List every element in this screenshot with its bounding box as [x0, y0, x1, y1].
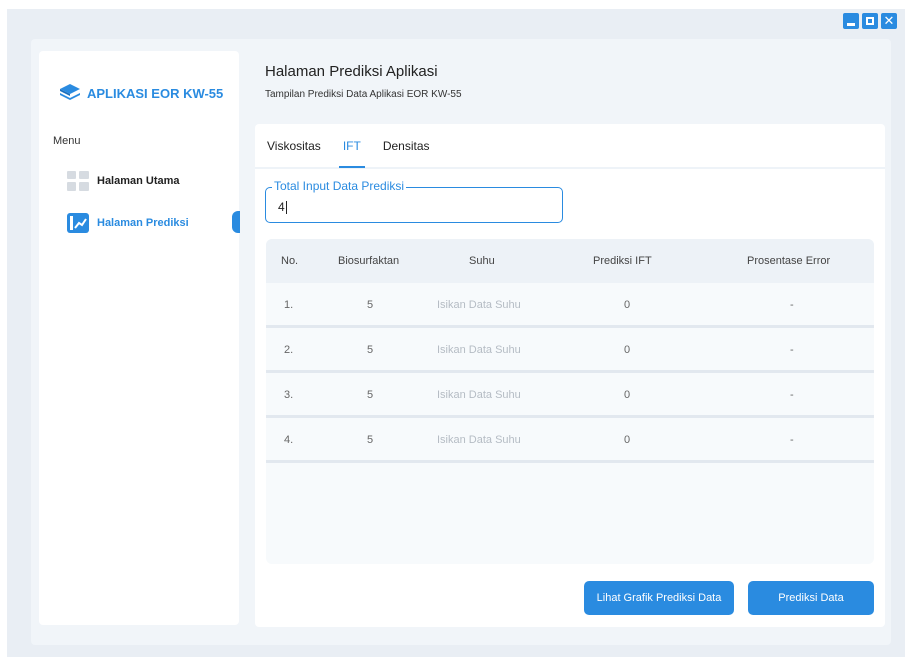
cell-no: 4. — [284, 434, 294, 446]
close-icon[interactable]: ✕ — [881, 13, 897, 29]
cell-biosurfaktan[interactable]: 5 — [367, 434, 373, 446]
active-indicator — [232, 211, 240, 233]
cell-no: 3. — [284, 389, 294, 401]
prediction-table: No. Biosurfaktan Suhu Prediksi IFT Prose… — [266, 239, 874, 564]
maximize-icon[interactable] — [862, 13, 878, 29]
menu-label: Menu — [53, 135, 81, 147]
col-biosurfaktan: Biosurfaktan — [338, 255, 400, 267]
cell-biosurfaktan[interactable]: 5 — [367, 389, 373, 401]
chart-icon — [67, 213, 89, 233]
total-input-value: 4 — [278, 200, 285, 214]
brand: APLIKASI EOR KW-55 — [59, 83, 223, 103]
total-input-value-wrap: 4 — [278, 200, 287, 215]
cell-no: 1. — [284, 299, 294, 311]
view-chart-button[interactable]: Lihat Grafik Prediksi Data — [584, 581, 734, 615]
cell-prediksi: 0 — [624, 434, 631, 446]
cell-no: 2. — [284, 344, 294, 356]
sidebar-item-label: Halaman Utama — [97, 175, 180, 187]
app-window: ✕ APLIKASI EOR KW-55 Menu Halaman Utama … — [7, 9, 905, 657]
predict-button[interactable]: Prediksi Data — [748, 581, 874, 615]
total-input-label: Total Input Data Prediksi — [272, 179, 407, 193]
cell-suhu-input[interactable]: Isikan Data Suhu — [437, 434, 521, 446]
cell-suhu-input[interactable]: Isikan Data Suhu — [437, 299, 521, 311]
cell-error: - — [790, 344, 794, 356]
table-row: 2. 5 Isikan Data Suhu 0 - — [266, 328, 874, 373]
table-row: 4. 5 Isikan Data Suhu 0 - — [266, 418, 874, 463]
content-card: Viskositas IFT Densitas Total Input Data… — [255, 124, 885, 627]
table-header: No. Biosurfaktan Suhu Prediksi IFT Prose… — [266, 239, 874, 283]
minimize-icon[interactable] — [843, 13, 859, 29]
table-row: 3. 5 Isikan Data Suhu 0 - — [266, 373, 874, 418]
col-no: No. — [281, 255, 299, 267]
tab-viskositas[interactable]: Viskositas — [267, 124, 321, 168]
cell-prediksi: 0 — [624, 389, 631, 401]
cell-suhu-input[interactable]: Isikan Data Suhu — [437, 344, 521, 356]
cell-suhu-input[interactable]: Isikan Data Suhu — [437, 389, 521, 401]
cell-error: - — [790, 299, 794, 311]
page-subtitle: Tampilan Prediksi Data Aplikasi EOR KW-5… — [265, 89, 462, 100]
tab-bar: Viskositas IFT Densitas — [267, 124, 430, 168]
layers-icon — [60, 84, 80, 100]
sidebar-item-label: Halaman Prediksi — [97, 217, 189, 229]
col-prediksi-ift: Prediksi IFT — [593, 255, 652, 267]
tab-densitas[interactable]: Densitas — [383, 124, 430, 168]
sidebar-item-halaman-prediksi[interactable]: Halaman Prediksi — [67, 213, 189, 233]
cell-error: - — [790, 389, 794, 401]
table-row: 1. 5 Isikan Data Suhu 0 - — [266, 283, 874, 328]
sidebar: APLIKASI EOR KW-55 Menu Halaman Utama Ha… — [39, 51, 240, 625]
cell-prediksi: 0 — [624, 344, 631, 356]
text-caret — [285, 201, 287, 215]
row-divider — [266, 460, 874, 463]
cell-prediksi: 0 — [624, 299, 631, 311]
grid-icon — [67, 171, 89, 191]
total-input-field[interactable]: Total Input Data Prediksi 4 — [265, 179, 563, 223]
sidebar-item-halaman-utama[interactable]: Halaman Utama — [67, 171, 180, 191]
window-controls: ✕ — [843, 13, 897, 29]
cell-biosurfaktan[interactable]: 5 — [367, 344, 373, 356]
page-title: Halaman Prediksi Aplikasi — [265, 63, 438, 80]
tab-ift[interactable]: IFT — [338, 124, 365, 168]
cell-biosurfaktan[interactable]: 5 — [367, 299, 373, 311]
col-suhu: Suhu — [469, 255, 495, 267]
col-prosentase-error: Prosentase Error — [747, 255, 831, 267]
brand-title: APLIKASI EOR KW-55 — [87, 85, 224, 101]
cell-error: - — [790, 434, 794, 446]
main-panel: APLIKASI EOR KW-55 Menu Halaman Utama Ha… — [31, 39, 891, 645]
